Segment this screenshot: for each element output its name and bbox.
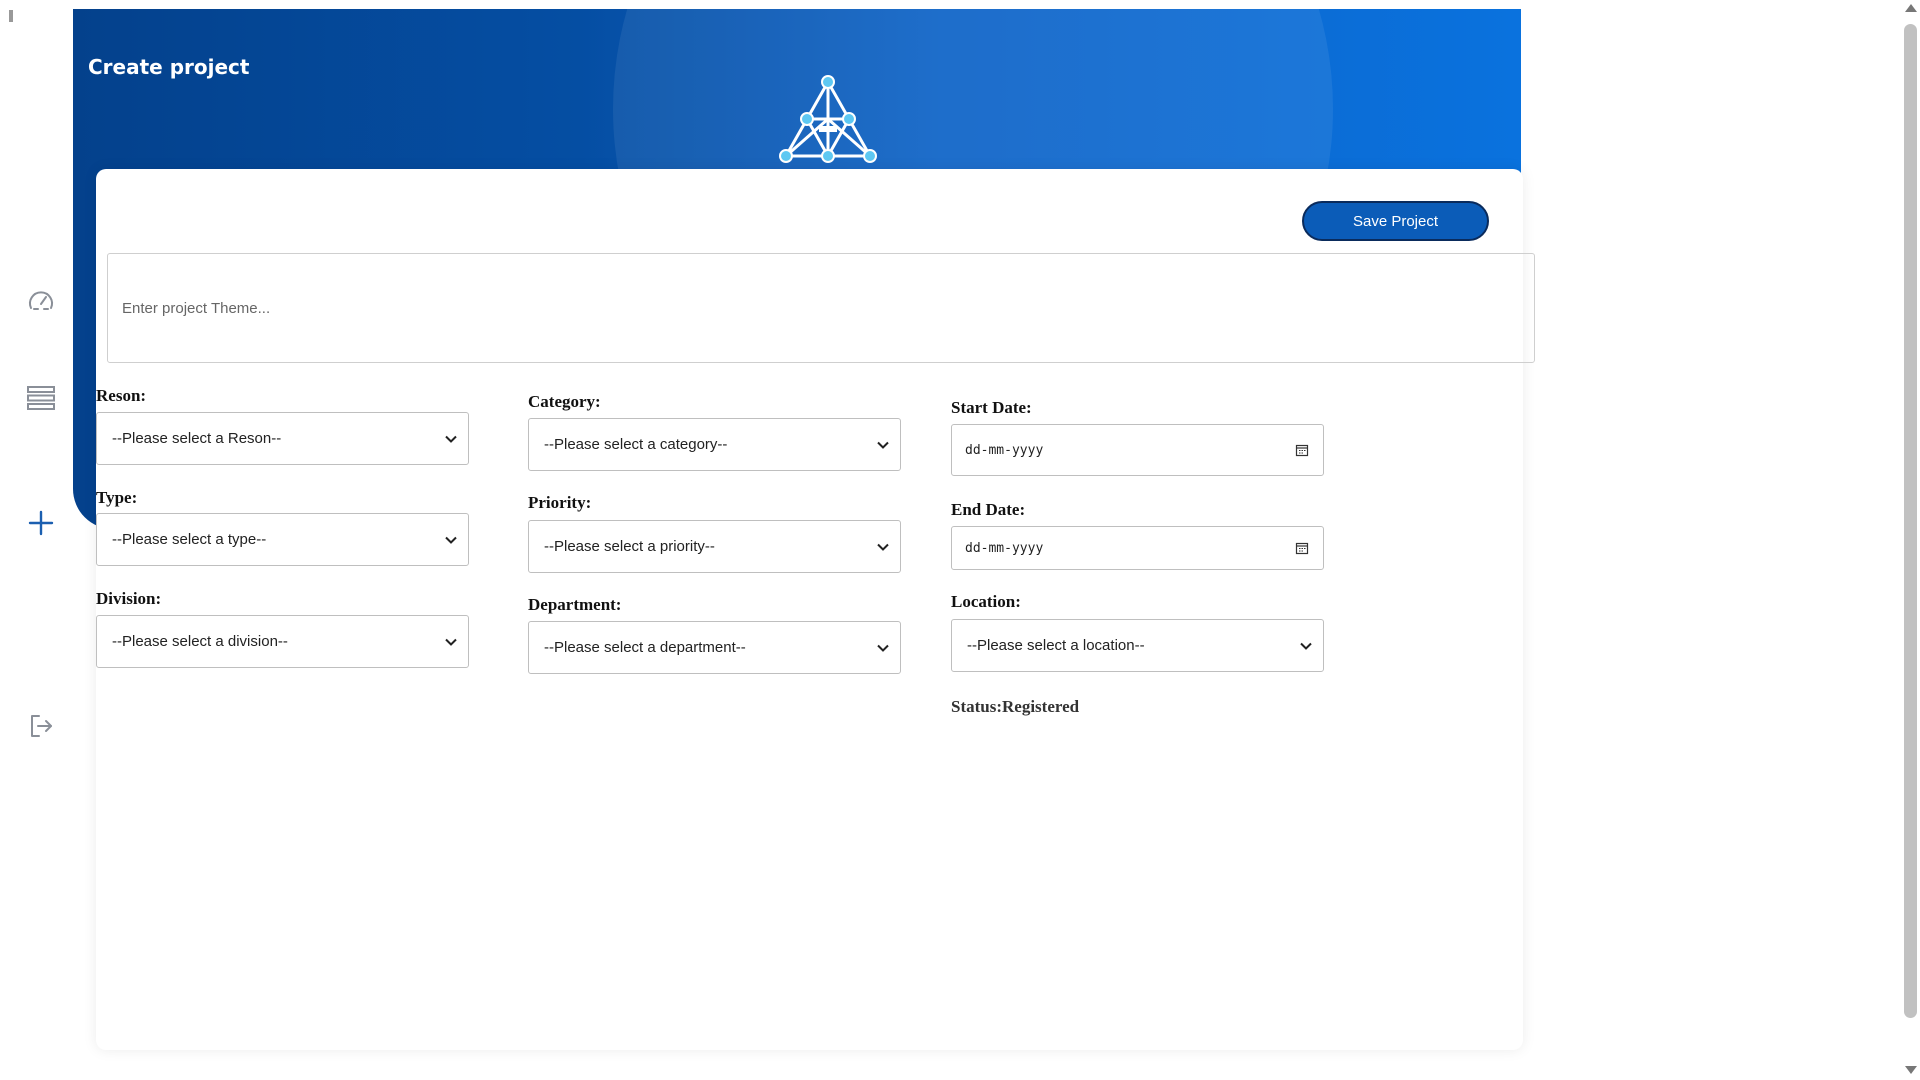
type-select[interactable]: --Please select a type-- bbox=[96, 513, 469, 566]
chevron-down-icon bbox=[445, 435, 457, 443]
list-icon[interactable] bbox=[24, 381, 58, 415]
logout-icon[interactable] bbox=[24, 709, 58, 743]
department-select-value: --Please select a department-- bbox=[544, 639, 746, 656]
reson-select-value: --Please select a Reson-- bbox=[112, 430, 282, 447]
location-label: Location: bbox=[951, 592, 1021, 611]
scroll-down-arrow-icon[interactable] bbox=[1905, 1066, 1917, 1074]
reson-select[interactable]: --Please select a Reson-- bbox=[96, 412, 469, 465]
dashboard-gauge-icon[interactable] bbox=[24, 285, 58, 319]
project-theme-input[interactable] bbox=[120, 298, 1534, 318]
department-label: Department: bbox=[528, 595, 622, 614]
location-select-value: --Please select a location-- bbox=[967, 637, 1145, 654]
project-theme-field[interactable] bbox=[107, 253, 1535, 363]
end-date-value: dd-mm-yyyy bbox=[965, 540, 1044, 556]
chevron-down-icon bbox=[445, 536, 457, 544]
department-select[interactable]: --Please select a department-- bbox=[528, 621, 901, 674]
chevron-down-icon bbox=[1300, 642, 1312, 650]
scroll-up-arrow-icon[interactable] bbox=[1905, 4, 1917, 12]
status-text: Status:Registered bbox=[951, 697, 1080, 716]
division-select[interactable]: --Please select a division-- bbox=[96, 615, 469, 668]
corner-marker bbox=[9, 10, 13, 22]
calendar-icon[interactable] bbox=[1295, 443, 1309, 457]
chevron-down-icon bbox=[877, 543, 889, 551]
save-project-button[interactable]: Save Project bbox=[1302, 201, 1489, 241]
start-date-label: Start Date: bbox=[951, 398, 1032, 417]
page-scrollbar[interactable] bbox=[1900, 0, 1920, 1080]
chevron-down-icon bbox=[877, 644, 889, 652]
category-label: Category: bbox=[528, 392, 601, 411]
chevron-down-icon bbox=[877, 441, 889, 449]
start-date-value: dd-mm-yyyy bbox=[965, 442, 1044, 458]
priority-label: Priority: bbox=[528, 493, 592, 512]
end-date-label: End Date: bbox=[951, 500, 1026, 519]
plus-icon[interactable] bbox=[24, 506, 58, 540]
chevron-down-icon bbox=[445, 638, 457, 646]
end-date-input[interactable]: dd-mm-yyyy bbox=[951, 526, 1324, 570]
reson-label: Reson: bbox=[96, 386, 147, 405]
network-logo-icon bbox=[778, 74, 878, 169]
division-select-value: --Please select a division-- bbox=[112, 633, 288, 650]
division-label: Division: bbox=[96, 589, 162, 608]
start-date-input[interactable]: dd-mm-yyyy bbox=[951, 424, 1324, 476]
page-title: Create project bbox=[88, 55, 250, 79]
priority-select-value: --Please select a priority-- bbox=[544, 538, 715, 555]
category-select-value: --Please select a category-- bbox=[544, 436, 728, 453]
type-select-value: --Please select a type-- bbox=[112, 531, 267, 548]
category-select[interactable]: --Please select a category-- bbox=[528, 418, 901, 471]
scroll-thumb[interactable] bbox=[1904, 24, 1917, 1018]
calendar-icon[interactable] bbox=[1295, 541, 1309, 555]
type-label: Type: bbox=[96, 488, 138, 507]
location-select[interactable]: --Please select a location-- bbox=[951, 619, 1324, 672]
priority-select[interactable]: --Please select a priority-- bbox=[528, 520, 901, 573]
